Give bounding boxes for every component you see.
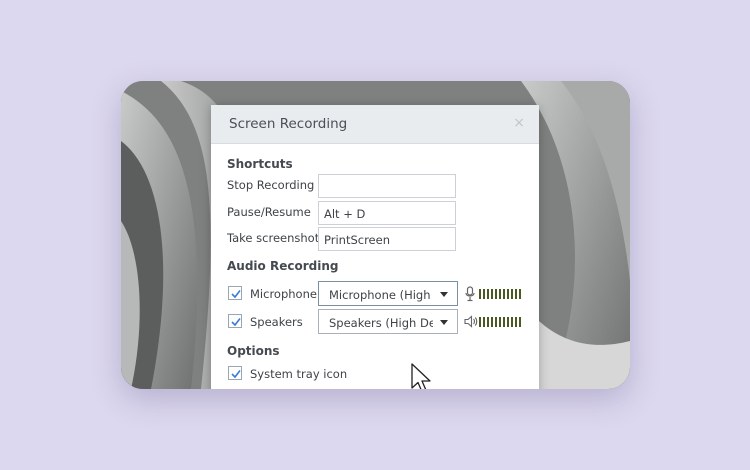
options-heading: Options	[227, 344, 280, 358]
mouse-pointer-icon	[411, 363, 431, 389]
checkmark-icon	[231, 290, 241, 299]
speakers-device-select[interactable]: Speakers (High Defir	[318, 309, 458, 334]
pause-resume-field[interactable]: Alt + D	[318, 201, 456, 225]
microphone-icon	[465, 286, 475, 302]
shortcuts-heading: Shortcuts	[227, 157, 293, 171]
chevron-down-icon	[440, 292, 448, 297]
microphone-level-meter	[479, 289, 525, 299]
speaker-icon	[464, 315, 478, 328]
take-screenshot-label: Take screenshot	[227, 231, 320, 245]
microphone-device-select[interactable]: Microphone (High D	[318, 281, 458, 306]
desktop-wallpaper: Screen Recording × Shortcuts Stop Record…	[121, 81, 630, 389]
checkmark-icon	[231, 370, 241, 379]
chevron-down-icon	[440, 320, 448, 325]
microphone-label: Microphone	[250, 287, 317, 301]
microphone-checkbox[interactable]	[228, 286, 242, 300]
checkmark-icon	[231, 318, 241, 327]
close-icon[interactable]: ×	[513, 115, 525, 131]
pause-resume-label: Pause/Resume	[227, 205, 311, 219]
speakers-label: Speakers	[250, 315, 303, 329]
system-tray-label: System tray icon	[250, 367, 348, 381]
speakers-device-value: Speakers (High Defir	[329, 316, 433, 330]
audio-recording-heading: Audio Recording	[227, 259, 339, 273]
take-screenshot-field[interactable]: PrintScreen	[318, 227, 456, 251]
system-tray-checkbox[interactable]	[228, 366, 242, 380]
screen-recording-dialog: Screen Recording × Shortcuts Stop Record…	[211, 105, 539, 389]
dialog-title: Screen Recording	[229, 116, 348, 132]
dialog-titlebar: Screen Recording ×	[211, 105, 539, 144]
microphone-device-value: Microphone (High D	[329, 288, 433, 302]
stop-recording-field[interactable]	[318, 174, 456, 198]
speakers-level-meter	[479, 317, 525, 327]
speakers-checkbox[interactable]	[228, 314, 242, 328]
stop-recording-label: Stop Recording	[227, 178, 315, 192]
